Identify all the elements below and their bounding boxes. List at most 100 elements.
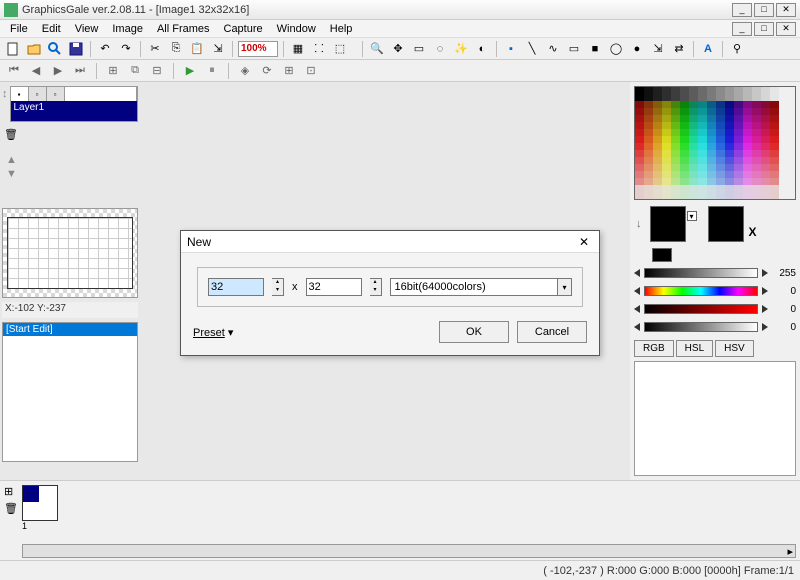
frame-trash-icon[interactable]: 🗑 — [4, 502, 14, 515]
swap-colors-icon[interactable]: ↓ — [636, 218, 642, 230]
curve-icon[interactable]: ∿ — [544, 40, 562, 58]
doc-minimize-button[interactable]: _ — [732, 22, 752, 36]
move-up-icon[interactable]: ▲ — [6, 154, 134, 166]
red-slider[interactable]: 0 — [634, 302, 796, 316]
menu-allframes[interactable]: All Frames — [151, 21, 216, 37]
wand-icon[interactable]: ✨ — [452, 40, 470, 58]
grid-icon[interactable]: ▦ — [289, 40, 307, 58]
cancel-button[interactable]: Cancel — [517, 321, 587, 343]
next-frame-icon[interactable]: ▶ — [50, 63, 66, 79]
preset-link[interactable]: Preset ▾ — [193, 326, 233, 339]
snap-icon[interactable]: ⸬ — [310, 40, 328, 58]
frame-opts-icon[interactable]: ⊞ — [4, 485, 14, 498]
undo-icon[interactable]: ↶ — [96, 40, 114, 58]
dup-frame-icon[interactable]: ⧉ — [127, 63, 143, 79]
tab-rgb[interactable]: RGB — [634, 340, 674, 357]
black-slider[interactable]: 0 — [634, 320, 796, 334]
last-frame-icon[interactable]: ⏭ — [72, 63, 88, 79]
lasso-icon[interactable]: ◌ — [431, 40, 449, 58]
add-frame-icon[interactable]: ⊞ — [105, 63, 121, 79]
tab-hsv[interactable]: HSV — [715, 340, 754, 357]
layer-tab-2[interactable]: ▫ — [29, 87, 47, 101]
frame-scrollbar[interactable]: ▸ — [22, 544, 796, 558]
prev-frame-icon[interactable]: ◀ — [28, 63, 44, 79]
gray-slider[interactable]: 255 — [634, 266, 796, 280]
mini-swatch-1[interactable] — [652, 248, 672, 262]
height-spinner[interactable]: ▴▾ — [370, 278, 382, 296]
tab-hsl[interactable]: HSL — [676, 340, 713, 357]
move-down-icon[interactable]: ▼ — [6, 168, 134, 180]
doc-maximize-button[interactable]: □ — [754, 22, 774, 36]
color-depth-select[interactable]: 16bit(64000colors) ▾ — [390, 278, 573, 296]
pause-icon[interactable]: ⏸ — [204, 63, 220, 79]
text-tool-icon[interactable]: A — [699, 40, 717, 58]
frame-number: 1 — [22, 521, 796, 531]
line-icon[interactable]: ╲ — [523, 40, 541, 58]
doc-close-button[interactable]: ✕ — [776, 22, 796, 36]
foreground-swatch[interactable]: ▾ — [650, 206, 686, 242]
color-select-icon[interactable]: ◐ — [473, 40, 491, 58]
frame-thumbnail[interactable] — [22, 485, 58, 521]
copy-icon[interactable]: ⎘ — [167, 40, 185, 58]
window-title: GraphicsGale ver.2.08.11 - [Image1 32x32… — [22, 4, 732, 16]
menu-window[interactable]: Window — [271, 21, 322, 37]
background-swatch[interactable]: X — [708, 206, 744, 242]
layer-tab-3[interactable]: ▫ — [47, 87, 65, 101]
anim-grid-icon[interactable]: ⊞ — [281, 63, 297, 79]
maximize-button[interactable]: □ — [754, 3, 774, 17]
pencil-icon[interactable]: ▪ — [502, 40, 520, 58]
open-file-icon[interactable] — [25, 40, 43, 58]
zoom-level[interactable]: 100% — [238, 41, 278, 57]
selection-icon[interactable]: ⬚ — [331, 40, 349, 58]
main-toolbar: ↶ ↷ ✂ ⎘ 📋 ⇲ 100% ▦ ⸬ ⬚ 🔍 ✥ ▭ ◌ ✨ ◐ ▪ ╲ ∿… — [0, 38, 800, 60]
replace-color-icon[interactable]: ⇄ — [670, 40, 688, 58]
dropdown-icon: ▾ — [557, 279, 571, 295]
search-icon[interactable] — [46, 40, 64, 58]
layer-up-icon[interactable]: ↕ — [2, 88, 8, 100]
rect-fill-icon[interactable]: ■ — [586, 40, 604, 58]
ok-button[interactable]: OK — [439, 321, 509, 343]
ellipse-outline-icon[interactable]: ◯ — [607, 40, 625, 58]
width-spinner[interactable]: ▴▾ — [272, 278, 284, 296]
anim-opts-icon[interactable]: ⊡ — [303, 63, 319, 79]
ellipse-fill-icon[interactable]: ● — [628, 40, 646, 58]
loop-icon[interactable]: ⟳ — [259, 63, 275, 79]
preview-box — [2, 208, 138, 298]
trash-icon[interactable]: 🗑 — [4, 128, 20, 144]
flood-fill-icon[interactable]: ⇲ — [649, 40, 667, 58]
del-frame-icon[interactable]: ⊟ — [149, 63, 165, 79]
new-file-icon[interactable] — [4, 40, 22, 58]
layer-name[interactable]: Layer1 — [11, 101, 138, 121]
move-tool-icon[interactable]: ✥ — [389, 40, 407, 58]
play-icon[interactable]: ▶ — [182, 63, 198, 79]
onion-icon[interactable]: ◈ — [237, 63, 253, 79]
menu-file[interactable]: File — [4, 21, 34, 37]
edit-history-item[interactable]: [Start Edit] — [3, 323, 137, 336]
save-icon[interactable] — [67, 40, 85, 58]
first-frame-icon[interactable]: ⏮ — [6, 63, 22, 79]
menu-edit[interactable]: Edit — [36, 21, 67, 37]
menu-capture[interactable]: Capture — [218, 21, 269, 37]
menu-image[interactable]: Image — [106, 21, 149, 37]
import-icon[interactable]: ⇲ — [209, 40, 227, 58]
layer-tab-4[interactable] — [65, 87, 138, 101]
redo-icon[interactable]: ↷ — [117, 40, 135, 58]
menu-help[interactable]: Help — [324, 21, 359, 37]
fg-dropdown-icon[interactable]: ▾ — [687, 211, 697, 221]
close-button[interactable]: ✕ — [776, 3, 796, 17]
minimize-button[interactable]: _ — [732, 3, 752, 17]
width-input[interactable] — [208, 278, 264, 296]
dialog-close-button[interactable]: ✕ — [575, 233, 593, 251]
menu-view[interactable]: View — [69, 21, 105, 37]
color-palette[interactable] — [634, 86, 796, 200]
layer-panel[interactable]: ▪ ▫ ▫ Layer1 — [10, 86, 139, 122]
height-input[interactable] — [306, 278, 362, 296]
rect-outline-icon[interactable]: ▭ — [565, 40, 583, 58]
layer-tab-1[interactable]: ▪ — [11, 87, 29, 101]
magnifier-icon[interactable]: 🔍 — [368, 40, 386, 58]
rect-select-icon[interactable]: ▭ — [410, 40, 428, 58]
cut-icon[interactable]: ✂ — [146, 40, 164, 58]
paste-icon[interactable]: 📋 — [188, 40, 206, 58]
hue-slider[interactable]: 0 — [634, 284, 796, 298]
eyedropper-icon[interactable]: ⚲ — [728, 40, 746, 58]
